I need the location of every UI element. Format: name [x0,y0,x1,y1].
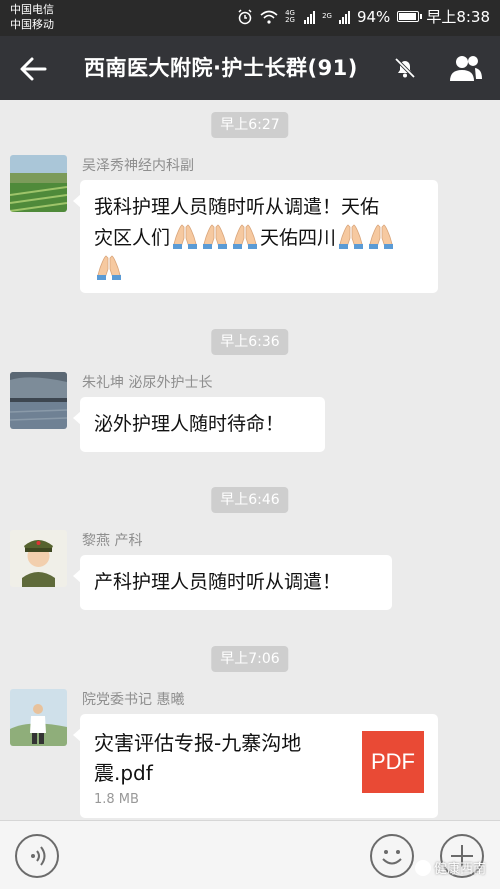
wechat-logo-icon [415,859,431,876]
carrier-info: 中国电信 中国移动 [10,2,54,32]
folded-hands-emoji [231,223,259,249]
timestamp: 早上6:36 [211,329,289,355]
battery-percent: 94% [356,7,391,26]
avatar[interactable] [10,689,67,746]
back-arrow-icon[interactable] [18,54,48,84]
emoji-icon [382,850,402,865]
sender-name: 院党委书记 惠曦 [82,692,185,708]
group-members-icon[interactable] [448,53,484,83]
voice-icon [31,846,46,866]
watermark-text: 健康西南 [434,862,487,877]
status-indicators: 4G 2G 2G 94% 早上8:38 [237,6,490,27]
input-bar [0,820,500,889]
message-text-line-3 [94,254,426,285]
folded-hands-emoji [367,223,395,249]
file-name: 灾害评估专报-九寨沟地震.pdf [94,731,302,785]
timestamp: 早上6:27 [211,112,289,138]
message-text: 灾区人们 [94,227,171,249]
message-text-line-2: 灾区人们 天佑四川 [94,223,426,254]
message-text: 产科护理人员随时听从调遣！ [94,571,342,593]
mute-bell-icon [394,57,416,79]
chat-header: 西南医大附院·护士长群(91) [0,36,500,100]
message-text: 泌外护理人随时待命！ [94,413,285,435]
folded-hands-emoji [201,223,229,249]
timestamp: 早上7:06 [211,646,289,672]
message-text-line-1: 我科护理人员随时听从调遣！天佑 [94,196,380,218]
file-size: 1.8 MB [94,792,139,807]
status-bar: 中国电信 中国移动 4G 2G 2G 94% 早上8:38 [0,0,500,36]
wifi-icon [260,10,278,24]
message-bubble[interactable]: 泌外护理人随时待命！ [73,397,325,452]
voice-button[interactable] [15,834,59,878]
sender-name: 黎燕 产科 [82,533,143,549]
pdf-icon: PDF [362,731,424,793]
network-type-1: 4G 2G [285,8,295,24]
folded-hands-emoji [337,223,365,249]
alarm-icon [238,8,252,24]
sender-name: 朱礼坤 泌尿外护士长 [82,375,213,391]
signal-2-icon [338,10,350,24]
chat-title: 西南医大附院·护士长群(91) [84,56,358,80]
folded-hands-emoji [95,254,123,280]
message-bubble[interactable]: 我科护理人员随时听从调遣！天佑 灾区人们 天佑四川 [73,180,438,293]
battery-icon [397,11,423,22]
folded-hands-emoji [171,223,199,249]
timestamp: 早上6:46 [211,487,289,513]
carrier-1: 中国电信 [10,3,54,16]
watermark: 健康西南 [415,858,486,877]
avatar[interactable] [10,155,67,212]
avatar[interactable] [10,372,67,429]
clock: 早上8:38 [426,8,490,26]
carrier-2: 中国移动 [10,18,54,31]
signal-1-icon [304,10,316,24]
avatar[interactable] [10,530,67,587]
emoji-button[interactable] [370,834,414,878]
sender-name: 吴泽秀神经内科副 [82,158,194,174]
message-bubble[interactable]: 产科护理人员随时听从调遣！ [73,555,392,610]
file-attachment-bubble[interactable]: 灾害评估专报-九寨沟地震.pdf 1.8 MB PDF [73,714,438,818]
message-text: 天佑四川 [260,227,337,249]
network-type-2: 2G [322,12,332,20]
